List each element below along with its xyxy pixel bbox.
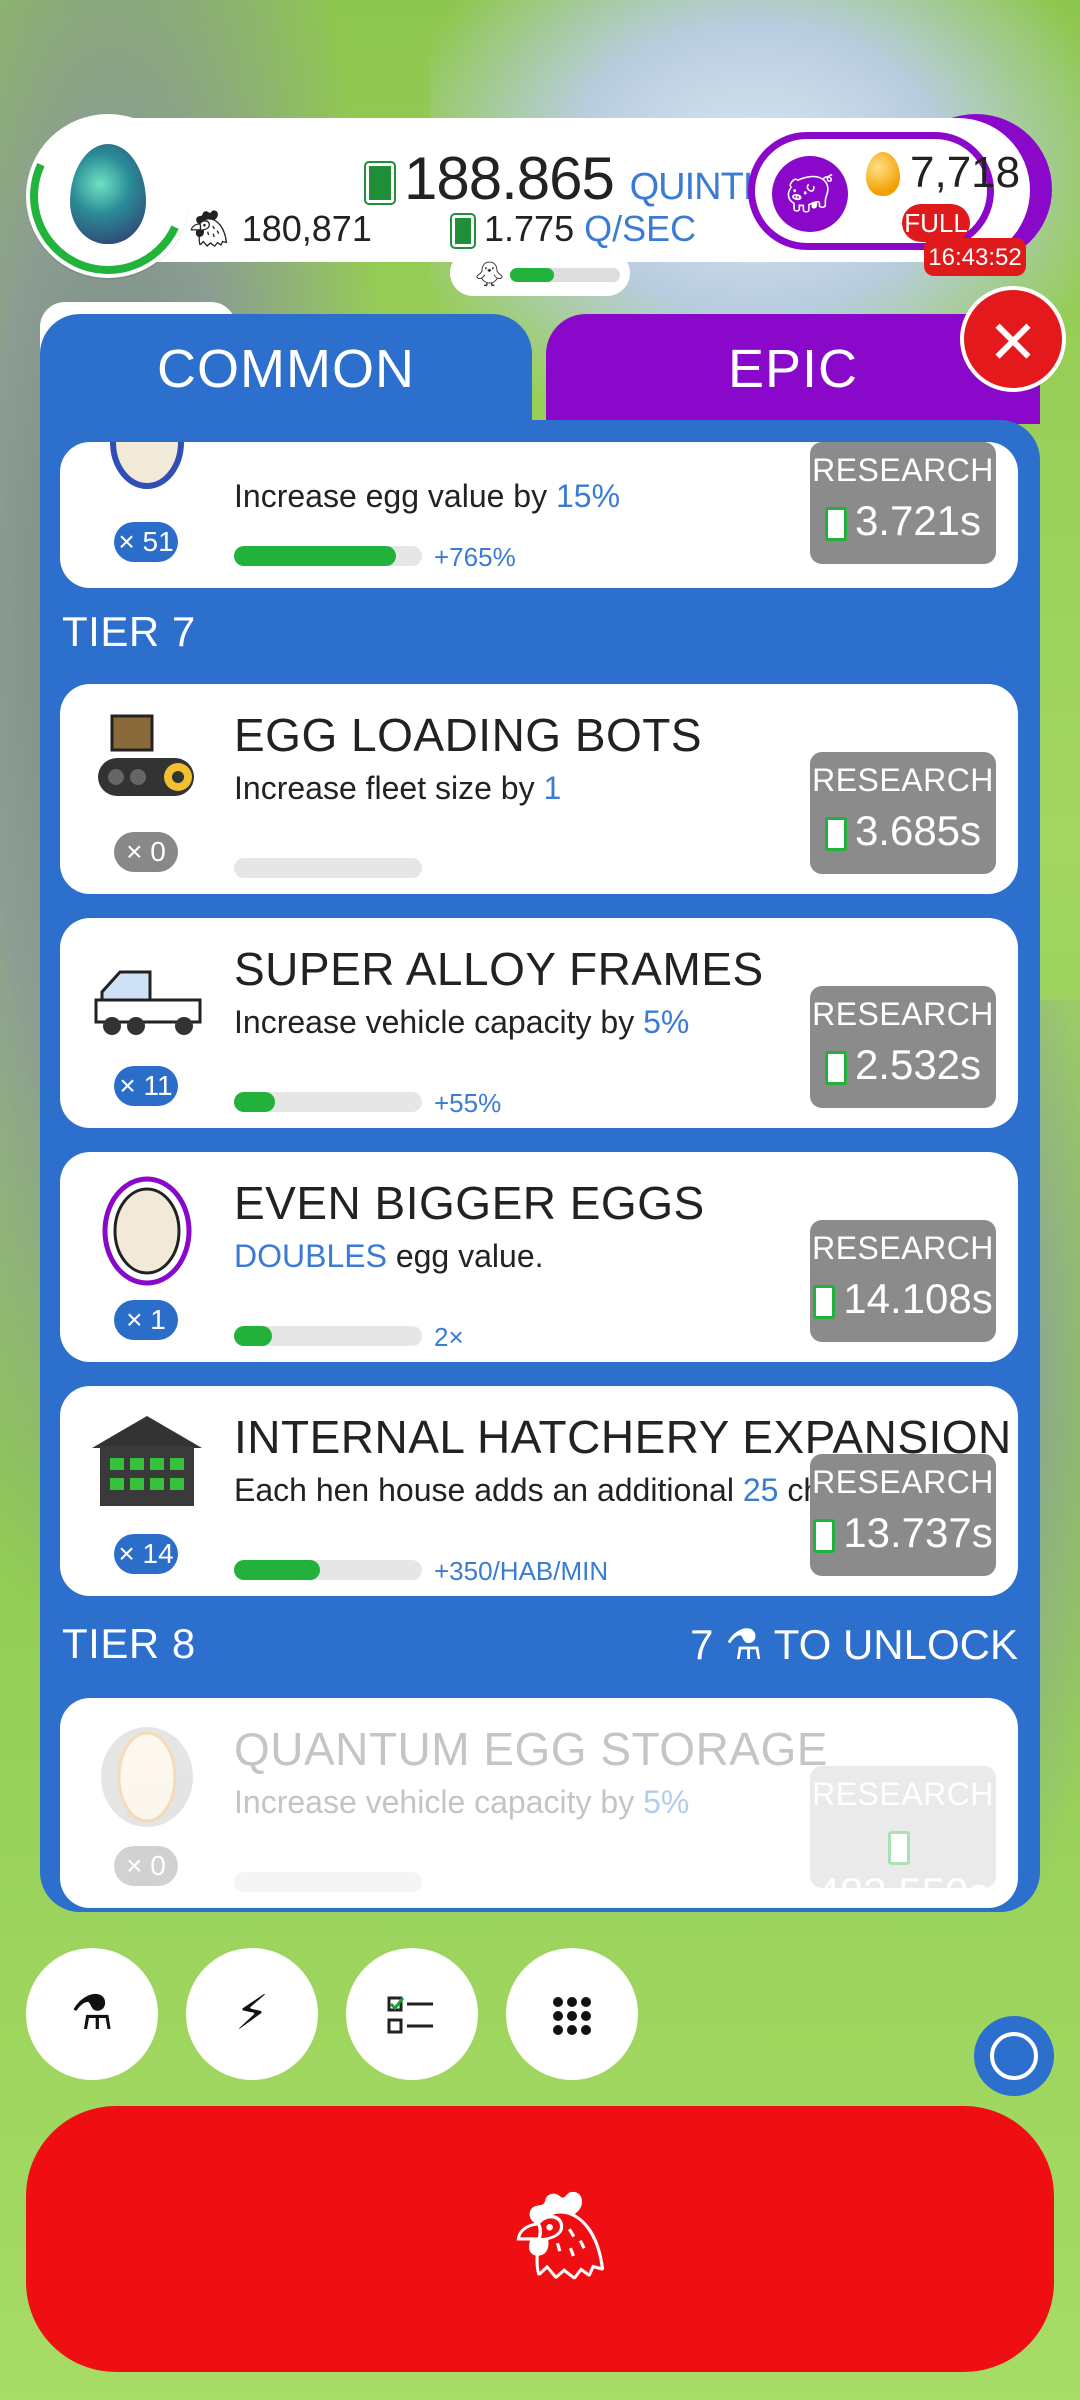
cash-icon: [888, 1830, 910, 1865]
research-description: Increase vehicle capacity by 5%: [234, 1004, 690, 1040]
research-nav-button[interactable]: ⚗︎: [26, 1948, 158, 2080]
camera-mode-button[interactable]: [974, 2016, 1054, 2096]
cash-icon: [813, 1518, 836, 1553]
tier-unlock-requirement: 7 ⚗︎ TO UNLOCK: [690, 1621, 1018, 1668]
owned-count-badge: × 0: [114, 832, 178, 872]
research-title: EVEN BIGGER EGGS: [234, 1177, 705, 1229]
cash-icon: [824, 816, 847, 851]
research-description: DOUBLES egg value.: [234, 1238, 544, 1274]
research-button[interactable]: RESEARCH 14.108s: [810, 1220, 996, 1342]
research-description: Increase fleet size by 1: [234, 770, 562, 806]
menu-nav-button[interactable]: [506, 1948, 638, 2080]
research-progress: [234, 1092, 422, 1112]
research-button[interactable]: RESEARCH 2.532s: [810, 986, 996, 1108]
chicken-count: 🐔︎ 180,871: [186, 208, 372, 249]
research-bonus: 2×: [434, 1322, 464, 1352]
hatch-chicken-button[interactable]: 🐔︎: [26, 2106, 1054, 2372]
owned-count-badge: × 0: [114, 1846, 178, 1886]
flask-icon: ⚗︎: [70, 1987, 114, 2040]
checklist-icon: [387, 1987, 437, 2040]
research-panel: × 51 Increase egg value by 15% +765% RES…: [40, 420, 1040, 1912]
fleet-progress: [510, 268, 620, 282]
owned-count-badge: × 11: [114, 1066, 178, 1106]
boosts-nav-button[interactable]: ⚡︎: [186, 1948, 318, 2080]
research-card-locked: × 0 QUANTUM EGG STORAGE Increase vehicle…: [60, 1698, 1018, 1908]
truck-icon: [90, 942, 204, 1052]
cash-icon: [824, 506, 847, 541]
research-card: × 0 EGG LOADING BOTS Increase fleet size…: [60, 684, 1018, 894]
research-card: × 11 SUPER ALLOY FRAMES Increase vehicle…: [60, 918, 1018, 1128]
fleet-status[interactable]: 🐥︎: [450, 250, 630, 296]
egg-icon: [90, 1176, 204, 1286]
loading-bot-icon: [90, 708, 204, 818]
hen-icon: 🐥︎: [474, 261, 505, 288]
cash-icon: [813, 1284, 836, 1319]
research-bonus: +55%: [434, 1088, 502, 1118]
research-title: QUANTUM EGG STORAGE: [234, 1723, 828, 1775]
piggy-full-badge: FULL: [902, 204, 970, 242]
research-progress: [234, 1872, 422, 1892]
owned-count-badge: × 14: [114, 1534, 178, 1574]
research-bonus: +765%: [434, 542, 516, 572]
cash-icon: [824, 1050, 847, 1085]
missions-nav-button[interactable]: [346, 1948, 478, 2080]
research-description: Increase egg value by 15%: [234, 478, 621, 514]
research-title: EGG LOADING BOTS: [234, 709, 703, 761]
farm-egg-avatar[interactable]: [8, 96, 208, 296]
chicken-icon: 🐔︎: [186, 208, 232, 249]
event-timer: 16:43:52: [924, 238, 1026, 276]
income-rate: 1.775 Q/SEC: [450, 208, 696, 250]
research-button[interactable]: RESEARCH 13.737s: [810, 1454, 996, 1576]
owned-count-badge: × 51: [114, 522, 178, 562]
research-button[interactable]: RESEARCH 3.685s: [810, 752, 996, 874]
research-card: × 51 Increase egg value by 15% +765% RES…: [60, 442, 1018, 588]
hen-house-icon: [90, 1410, 204, 1520]
cash-icon: [450, 213, 476, 250]
research-description: Increase vehicle capacity by 5%: [234, 1784, 690, 1820]
golden-egg-count: 7,718: [910, 148, 1021, 197]
tier-8-label: TIER 8: [62, 1620, 196, 1667]
research-progress: [234, 546, 422, 566]
golden-egg-icon: [866, 152, 900, 196]
quantum-egg-icon: [90, 1722, 204, 1832]
piggy-bank-icon[interactable]: 🐖︎: [772, 156, 848, 232]
research-button[interactable]: RESEARCH 3.721s: [810, 442, 996, 564]
research-button: RESEARCH 483.550s: [810, 1766, 996, 1908]
owned-count-badge: × 1: [114, 1300, 178, 1340]
close-button[interactable]: ✕: [960, 286, 1066, 392]
lightning-icon: ⚡︎: [235, 1987, 269, 2040]
tier-7-label: TIER 7: [62, 608, 196, 655]
research-card: × 14 INTERNAL HATCHERY EXPANSION Each he…: [60, 1386, 1018, 1596]
research-title: SUPER ALLOY FRAMES: [234, 943, 764, 995]
cash-icon: [364, 161, 396, 206]
research-bonus: +350/HAB/MIN: [434, 1556, 609, 1586]
egg-icon: [90, 442, 204, 492]
research-card: × 1 EVEN BIGGER EGGS DOUBLES egg value. …: [60, 1152, 1018, 1362]
grid-icon: [552, 1987, 592, 2040]
flask-icon: ⚗︎: [725, 1621, 763, 1668]
tab-common[interactable]: COMMON: [40, 314, 532, 424]
research-list[interactable]: × 51 Increase egg value by 15% +765% RES…: [60, 420, 1018, 1912]
chicken-icon: 🐔︎: [506, 2188, 616, 2284]
research-progress: [234, 1560, 422, 1580]
research-progress: [234, 858, 422, 878]
research-progress: [234, 1326, 422, 1346]
